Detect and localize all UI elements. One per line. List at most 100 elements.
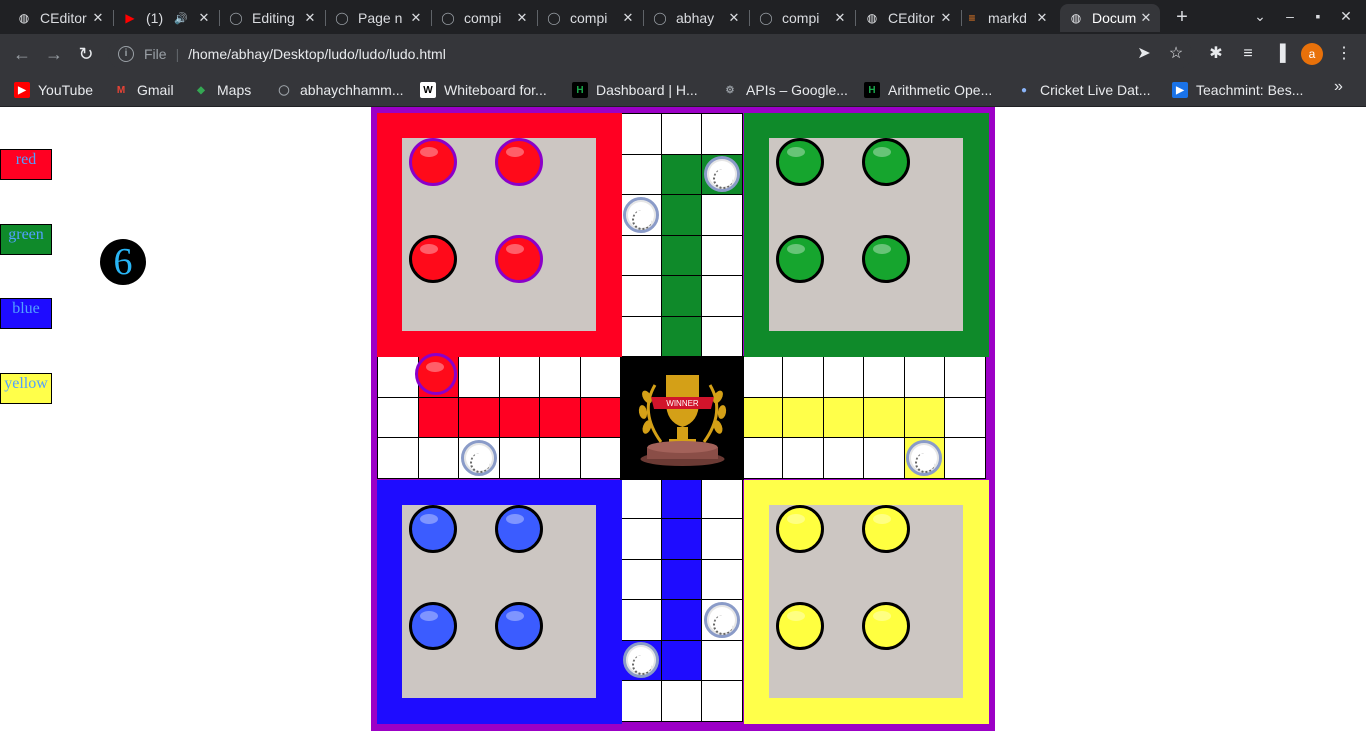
board-cell[interactable] — [660, 275, 702, 317]
reload-icon[interactable]: ↻ — [74, 42, 98, 66]
forward-icon[interactable]: → — [42, 42, 66, 66]
board-cell[interactable] — [660, 639, 702, 681]
board-cell[interactable] — [741, 356, 783, 398]
board-cell[interactable] — [701, 558, 743, 600]
board-cell[interactable] — [660, 680, 702, 722]
red-token[interactable] — [414, 353, 457, 395]
tab-11[interactable]: ◍ Docum ✕ — [1060, 4, 1160, 32]
board-cell[interactable] — [417, 437, 459, 479]
info-icon[interactable]: i — [118, 46, 134, 62]
maximize-icon[interactable]: ▪ — [1308, 8, 1328, 24]
board-cell[interactable] — [701, 680, 743, 722]
red-token[interactable] — [409, 138, 457, 186]
tab-7[interactable]: ◯ abhay ✕ — [644, 4, 748, 32]
board-cell[interactable] — [660, 315, 702, 357]
board-cell[interactable] — [620, 113, 662, 155]
yellow-token[interactable] — [776, 505, 824, 553]
close-tab-icon[interactable]: ✕ — [514, 10, 530, 26]
tab-5[interactable]: ◯ compi ✕ — [432, 4, 536, 32]
board-cell[interactable] — [660, 477, 702, 519]
board-cell[interactable] — [498, 356, 540, 398]
close-tab-icon[interactable]: ✕ — [832, 10, 848, 26]
menu-icon[interactable]: ⋮ — [1334, 44, 1354, 64]
board-cell[interactable] — [944, 396, 986, 438]
audio-icon[interactable]: 🔊 — [174, 12, 188, 25]
board-cell[interactable] — [620, 599, 662, 641]
bookmark-item[interactable]: H Arithmetic Ope... — [864, 79, 992, 101]
board-cell[interactable] — [660, 558, 702, 600]
board-cell[interactable] — [822, 356, 864, 398]
board-cell[interactable] — [620, 153, 662, 195]
back-icon[interactable]: ← — [10, 42, 34, 66]
board-cell[interactable] — [782, 396, 824, 438]
board-cell[interactable] — [620, 477, 662, 519]
side-panel-icon[interactable]: ▐ — [1270, 44, 1290, 64]
media-icon[interactable]: ≡ — [1238, 44, 1258, 64]
board-cell[interactable] — [903, 396, 945, 438]
tab-2[interactable]: ▶ (1) 🔊 ✕ — [114, 4, 218, 32]
board-cell[interactable] — [701, 275, 743, 317]
board-cell[interactable] — [620, 275, 662, 317]
bookmark-item[interactable]: ◆ Maps — [193, 79, 251, 101]
blue-token[interactable] — [495, 505, 543, 553]
board-cell[interactable] — [377, 356, 419, 398]
bookmark-item[interactable]: ⚙ APIs – Google... — [722, 79, 848, 101]
board-cell[interactable] — [863, 356, 905, 398]
board-cell[interactable] — [620, 315, 662, 357]
board-cell[interactable] — [822, 437, 864, 479]
board-cell[interactable] — [498, 396, 540, 438]
board-cell[interactable] — [701, 113, 743, 155]
board-cell[interactable] — [660, 113, 702, 155]
player-button-red[interactable]: red — [0, 149, 52, 180]
blue-token[interactable] — [495, 602, 543, 650]
close-tab-icon[interactable]: ✕ — [1138, 10, 1154, 26]
profile-avatar[interactable]: a — [1301, 43, 1323, 65]
bookmark-item[interactable]: ● Cricket Live Dat... — [1016, 79, 1151, 101]
bookmark-item[interactable]: ◯ abhaychhamm... — [276, 79, 403, 101]
board-cell[interactable] — [701, 477, 743, 519]
bookmark-item[interactable]: ▶ Teachmint: Bes... — [1172, 79, 1303, 101]
board-cell[interactable] — [660, 234, 702, 276]
green-token[interactable] — [862, 235, 910, 283]
yellow-token[interactable] — [862, 505, 910, 553]
board-cell[interactable] — [660, 518, 702, 560]
board-cell[interactable] — [944, 356, 986, 398]
board-cell[interactable] — [620, 234, 662, 276]
board-cell[interactable] — [701, 639, 743, 681]
extensions-icon[interactable]: ✱ — [1206, 44, 1226, 64]
board-cell[interactable] — [660, 194, 702, 236]
yellow-token[interactable] — [776, 602, 824, 650]
close-window-icon[interactable]: ✕ — [1336, 8, 1356, 25]
address-url[interactable]: /home/abhay/Desktop/ludo/ludo/ludo.html — [188, 46, 446, 62]
board-cell[interactable] — [944, 437, 986, 479]
board-cell[interactable] — [539, 356, 581, 398]
red-token[interactable] — [495, 235, 543, 283]
board-cell[interactable] — [498, 437, 540, 479]
address-bar[interactable]: i File | /home/abhay/Desktop/ludo/ludo/l… — [108, 39, 1192, 69]
board-cell[interactable] — [539, 437, 581, 479]
board-cell[interactable] — [701, 234, 743, 276]
bookmark-item[interactable]: M Gmail — [113, 79, 174, 101]
close-tab-icon[interactable]: ✕ — [620, 10, 636, 26]
tab-search-icon[interactable]: ⌄ — [1250, 8, 1270, 25]
board-cell[interactable] — [620, 680, 662, 722]
board-cell[interactable] — [660, 153, 702, 195]
tab-9[interactable]: ◍ CEditor ✕ — [856, 4, 960, 32]
board-cell[interactable] — [782, 437, 824, 479]
green-token[interactable] — [776, 235, 824, 283]
board-cell[interactable] — [782, 356, 824, 398]
board-cell[interactable] — [539, 396, 581, 438]
green-token[interactable] — [862, 138, 910, 186]
bookmarks-overflow-icon[interactable]: » — [1334, 78, 1343, 96]
board-cell[interactable] — [579, 356, 621, 398]
board-cell[interactable] — [701, 518, 743, 560]
board-cell[interactable] — [660, 599, 702, 641]
dice[interactable]: 6 — [100, 239, 146, 285]
new-tab-button[interactable]: + — [1170, 5, 1194, 29]
board-cell[interactable] — [579, 437, 621, 479]
board-cell[interactable] — [701, 315, 743, 357]
tab-4[interactable]: ◯ Page n ✕ — [326, 4, 430, 32]
yellow-token[interactable] — [862, 602, 910, 650]
close-tab-icon[interactable]: ✕ — [938, 10, 954, 26]
close-tab-icon[interactable]: ✕ — [90, 10, 106, 26]
